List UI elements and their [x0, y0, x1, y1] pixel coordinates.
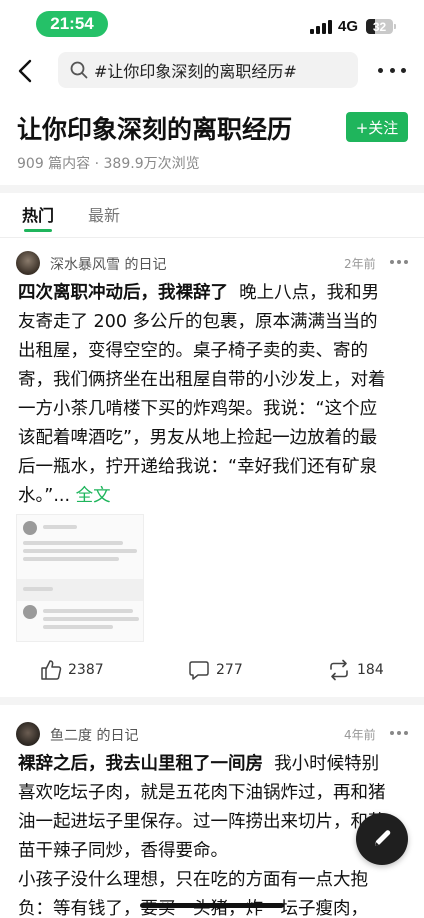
thumb-line — [43, 525, 77, 529]
back-button[interactable] — [12, 56, 38, 86]
battery-level: 32 — [372, 19, 387, 34]
topic-stats: 909 篇内容 · 389.9万次浏览 — [17, 156, 200, 172]
battery-icon: 32 — [366, 19, 393, 34]
thumb-line — [23, 557, 119, 561]
thumbs-up-icon — [41, 660, 62, 680]
network-type: 4G — [338, 18, 359, 35]
like-count: 2387 — [68, 662, 104, 678]
tab-latest[interactable]: 最新 — [88, 202, 120, 226]
post-title: 裸辞之后，我去山里租了一间房 — [18, 754, 263, 774]
dot-icon — [378, 67, 383, 73]
tabs-divider — [0, 237, 424, 238]
battery-cap — [394, 24, 396, 29]
comment-button[interactable]: 277 — [188, 655, 243, 685]
thumb-line — [43, 617, 139, 621]
post-time: 4年前 — [344, 728, 376, 742]
post-body[interactable]: 四次离职冲动后，我裸辞了 晚上八点，我和男友寄走了 200 多公斤的包裹，原本满… — [18, 279, 394, 511]
post-body-continued[interactable]: 小孩子没什么理想，只在吃的方面有一点大抱负：等有钱了，要买一头猪，炸一坛子瘦肉， — [18, 866, 394, 918]
post-author[interactable]: 深水暴风雪 的日记 — [50, 254, 166, 274]
dot-icon — [390, 731, 394, 735]
avatar[interactable] — [16, 251, 40, 275]
read-more-link[interactable]: 全文 — [76, 486, 111, 506]
dot-icon — [389, 67, 395, 73]
feed-tabs: 热门 最新 — [0, 193, 424, 237]
dot-icon — [390, 260, 394, 264]
search-query: #让你印象深刻的离职经历# — [94, 62, 297, 81]
post-more-button[interactable] — [390, 731, 408, 735]
post-author[interactable]: 鱼二度 的日记 — [50, 725, 138, 745]
dot-icon — [397, 260, 401, 264]
avatar[interactable] — [16, 722, 40, 746]
post-time: 2年前 — [344, 257, 376, 271]
post-title: 四次离职冲动后，我裸辞了 — [18, 283, 228, 303]
repost-button[interactable]: 184 — [327, 655, 384, 685]
chevron-left-icon — [18, 59, 32, 83]
thumb-avatar — [23, 605, 37, 619]
status-bar: 21:54 4G 32 — [0, 0, 424, 50]
repost-count: 184 — [357, 662, 384, 678]
post-image[interactable] — [16, 514, 144, 642]
comment-count: 277 — [216, 662, 243, 678]
post-header: 深水暴风雪 的日记 2年前 — [0, 251, 424, 277]
post-text: 小孩子没什么理想，只在吃的方面有一点大抱负：等有钱了，要买一头猪，炸一坛子瘦肉， — [18, 870, 368, 918]
comment-icon — [189, 661, 209, 680]
like-button[interactable]: 2387 — [40, 655, 104, 685]
thumb-line — [43, 609, 133, 613]
dot-icon — [404, 260, 408, 264]
post-text: 晚上八点，我和男友寄走了 200 多公斤的包裹，原本满满当当的出租屋，变得空空的… — [18, 283, 386, 506]
home-indicator[interactable] — [140, 903, 284, 908]
pencil-icon — [375, 830, 391, 846]
search-bar[interactable]: #让你印象深刻的离职经历# — [58, 52, 358, 88]
section-divider — [0, 185, 424, 193]
thumb-line — [23, 549, 137, 553]
more-options-button[interactable] — [378, 62, 406, 78]
post-actions: 2387 277 184 — [0, 655, 424, 685]
thumb-line — [23, 587, 53, 591]
dot-icon — [397, 731, 401, 735]
status-time: 21:54 — [36, 11, 108, 37]
thumb-line — [23, 541, 123, 545]
repost-icon — [330, 659, 348, 681]
topic-title: 让你印象深刻的离职经历 — [17, 115, 293, 144]
thumb-line — [43, 625, 113, 629]
follow-button[interactable]: +关注 — [346, 112, 408, 142]
section-divider — [0, 697, 424, 705]
dot-icon — [404, 731, 408, 735]
signal-icon — [310, 20, 332, 34]
post-body[interactable]: 裸辞之后，我去山里租了一间房 我小时候特别喜欢吃坛子肉，就是五花肉下油锅炸过，再… — [18, 750, 394, 866]
tab-hot[interactable]: 热门 — [22, 202, 54, 226]
post-header: 鱼二度 的日记 4年前 — [0, 722, 424, 748]
active-tab-indicator — [24, 229, 52, 232]
post-more-button[interactable] — [390, 260, 408, 264]
search-icon — [70, 61, 88, 79]
compose-button[interactable] — [356, 813, 408, 865]
dot-icon — [401, 67, 406, 73]
thumb-avatar — [23, 521, 37, 535]
